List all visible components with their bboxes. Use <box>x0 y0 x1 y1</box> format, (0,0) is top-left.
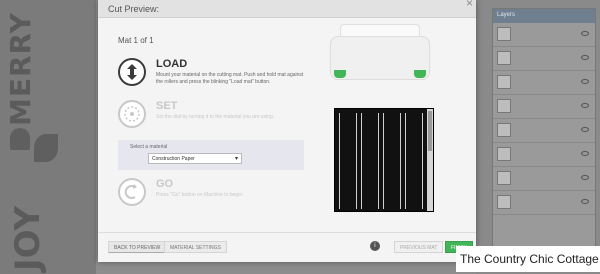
cutting-machine-illustration <box>320 22 440 88</box>
layer-thumbnail <box>497 27 511 41</box>
material-selected-value: Construction Paper <box>152 156 195 162</box>
cut-preview-dialog: Cut Preview: × Mat 1 of 1 LOAD Mount you… <box>98 0 476 262</box>
info-icon[interactable]: i <box>370 241 380 251</box>
layer-thumbnail <box>497 51 511 65</box>
dial-icon <box>118 100 146 128</box>
layer-row[interactable] <box>493 191 595 215</box>
step-set-description: Set the dial by turning it to the materi… <box>156 114 275 120</box>
layers-panel: Layers <box>492 8 596 268</box>
go-button-icon <box>118 178 146 206</box>
layer-row[interactable] <box>493 71 595 95</box>
eye-icon[interactable] <box>581 175 589 180</box>
load-arrows-icon <box>118 58 146 86</box>
step-load-title: LOAD <box>156 58 188 70</box>
design-canvas-left: MERRY JOY <box>0 0 96 274</box>
eye-icon[interactable] <box>581 31 589 36</box>
scrollbar-thumb[interactable] <box>428 111 432 151</box>
merry-artwork: MERRY <box>4 12 37 126</box>
layer-thumbnail <box>497 123 511 137</box>
layer-row[interactable] <box>493 95 595 119</box>
material-selector-panel: Select a material Construction Paper ▾ <box>118 140 304 170</box>
material-dropdown[interactable]: Construction Paper ▾ <box>148 153 242 164</box>
eye-icon[interactable] <box>581 199 589 204</box>
layer-row[interactable] <box>493 119 595 143</box>
preview-column <box>405 113 423 209</box>
eye-icon[interactable] <box>581 79 589 84</box>
preview-scrollbar[interactable] <box>427 109 433 211</box>
layer-thumbnail <box>497 195 511 209</box>
layer-row[interactable] <box>493 143 595 167</box>
layer-thumbnail <box>497 99 511 113</box>
previous-mat-button[interactable]: PREVIOUS MAT <box>394 241 444 253</box>
dialog-footer: BACK TO PREVIEW MATERIAL SETTINGS i PREV… <box>98 232 476 262</box>
eye-icon[interactable] <box>581 151 589 156</box>
eye-icon[interactable] <box>581 55 589 60</box>
eye-icon[interactable] <box>581 127 589 132</box>
step-go: GO Press "Go" button on Machine to begin… <box>118 178 308 210</box>
preview-column <box>383 113 401 209</box>
step-load-description: Mount your material on the cutting mat. … <box>156 72 304 85</box>
eye-icon[interactable] <box>581 103 589 108</box>
layers-panel-title: Layers <box>493 9 595 23</box>
step-go-description: Press "Go" button on Machine to begin. <box>156 192 244 198</box>
layer-row[interactable] <box>493 167 595 191</box>
joy-artwork: JOY <box>8 206 48 271</box>
step-go-title: GO <box>156 178 174 190</box>
close-icon[interactable]: × <box>466 0 478 10</box>
machine-foot-left <box>334 70 346 78</box>
material-settings-button[interactable]: MATERIAL SETTINGS <box>164 241 227 253</box>
material-label: Select a material <box>130 144 168 150</box>
step-set: SET Set the dial by turning it to the ma… <box>118 100 308 132</box>
mat-counter: Mat 1 of 1 <box>118 36 154 45</box>
layer-thumbnail <box>497 147 511 161</box>
watermark: The Country Chic Cottage <box>456 246 600 272</box>
layer-thumbnail <box>497 171 511 185</box>
step-set-title: SET <box>156 100 178 112</box>
preview-column <box>339 113 357 209</box>
mat-preview <box>334 108 434 212</box>
preview-column <box>361 113 379 209</box>
holly-artwork <box>34 134 58 162</box>
layer-thumbnail <box>497 75 511 89</box>
back-to-preview-button[interactable]: BACK TO PREVIEW <box>108 241 167 253</box>
bell-artwork <box>10 128 30 150</box>
caret-down-icon: ▾ <box>234 156 238 162</box>
layer-row[interactable] <box>493 23 595 47</box>
layer-row[interactable] <box>493 47 595 71</box>
machine-foot-right <box>414 70 426 78</box>
step-load: LOAD Mount your material on the cutting … <box>118 58 308 92</box>
dialog-title: Cut Preview: <box>98 0 476 18</box>
